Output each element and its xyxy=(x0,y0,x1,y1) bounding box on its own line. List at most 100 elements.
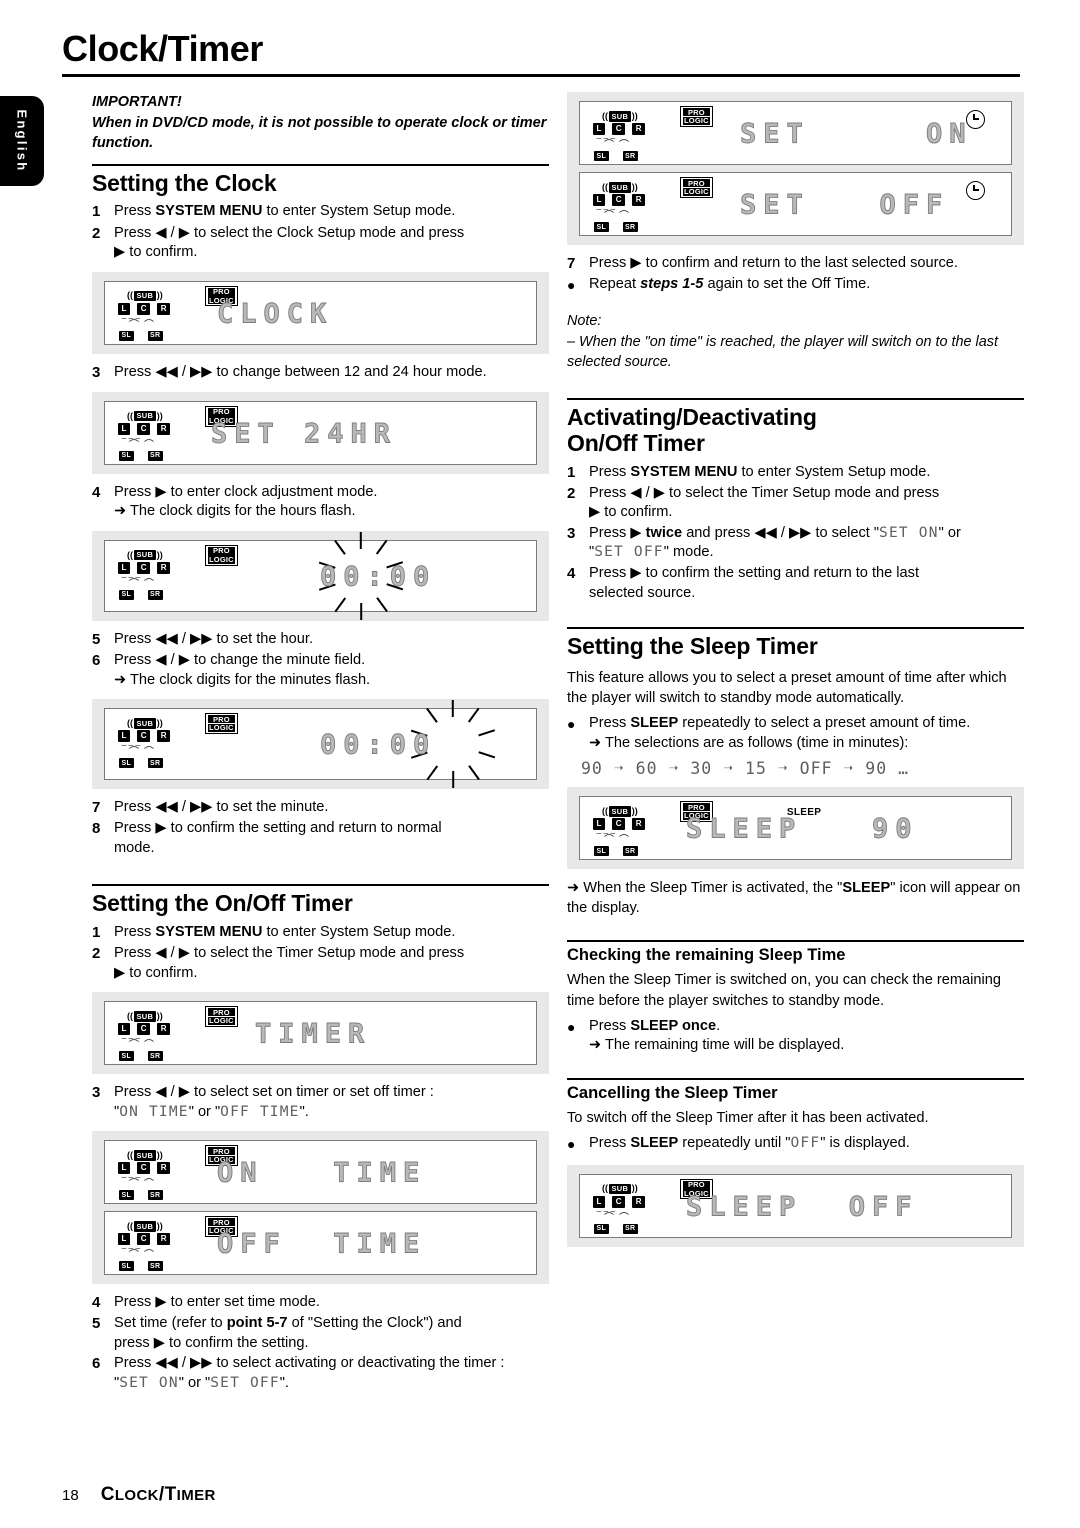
sub-paren-right: )) xyxy=(156,1221,163,1232)
sub-paren-left: (( xyxy=(127,717,133,728)
step-row: ● Repeat steps 1-5 again to set the Off … xyxy=(567,275,1024,297)
sub-paren-right: )) xyxy=(156,290,163,301)
pro-logic-line2: LOGIC xyxy=(683,187,710,197)
heading-activating-deactivating: Activating/Deactivating On/Off Timer xyxy=(567,398,1024,463)
sub-chip: SUB xyxy=(134,718,156,729)
channel-sr: SR xyxy=(147,589,163,600)
step-row: 1 Press SYSTEM MENU to enter System Setu… xyxy=(92,923,549,943)
heading-setting-on-off-timer: Setting the On/Off Timer xyxy=(92,884,549,923)
surround-wave-icon: ⌒⌒ xyxy=(604,1212,634,1224)
lcd-panel-sleep-90: (( SUB )) L C R ⌣⌣⌣ ⌒⌒ SL SR PRO LOGIC S… xyxy=(567,787,1024,870)
footer-t: T xyxy=(164,1484,177,1505)
step-text: Press ▶ to confirm the setting and retur… xyxy=(589,565,920,601)
sub-paren-left: (( xyxy=(602,110,608,121)
title-rule xyxy=(62,73,1020,77)
channel-sl: SL xyxy=(119,330,134,341)
lcd-panel-minutes-flash: (( SUB )) L C R ⌣⌣⌣ ⌒⌒ SL SR PRO LOGIC 0… xyxy=(92,699,549,790)
channel-sr: SR xyxy=(147,758,163,769)
language-tab-label: English xyxy=(14,109,30,173)
sub-chip: SUB xyxy=(609,1183,631,1195)
step-number: 3 xyxy=(567,524,576,542)
sub-paren-left: (( xyxy=(127,549,133,560)
pro-logic-line1: PRO xyxy=(208,407,235,416)
heading-line-2: On/Off Timer xyxy=(567,430,705,456)
step-text: Press ▶ to confirm the setting and retur… xyxy=(114,820,442,856)
note-block: Note: – When the "on time" is reached, t… xyxy=(567,311,1024,372)
step-text: Press SLEEP repeatedly until "OFF" is di… xyxy=(589,1134,910,1151)
speaker-indicator-cluster: (( SUB )) L C R ⌣⌣⌣ ⌒⌒ SL SR xyxy=(117,290,195,341)
sub-paren-left: (( xyxy=(127,290,133,301)
sleep-timer-intro: This feature allows you to select a pres… xyxy=(567,669,1007,706)
step-number: 6 xyxy=(92,1355,101,1373)
speaker-indicator-cluster: (( SUB )) L C R ⌣⌣⌣ ⌒⌒ SL SR xyxy=(592,182,670,232)
channel-sl: SL xyxy=(119,589,134,600)
step-lcd-values: "ON TIME" or "OFF TIME". xyxy=(114,1103,309,1120)
lcd-readout: OFF TIME xyxy=(217,1229,427,1261)
lcd-inline-set-on: SET ON xyxy=(119,1375,179,1391)
lcd-screen: (( SUB )) L C R ⌣⌣⌣ ⌒⌒ SL xyxy=(104,280,537,345)
step-text: Press ◀◀ / ▶▶ to set the minute. xyxy=(114,799,329,816)
lcd-screen: (( SUB )) L C R ⌣⌣⌣ ⌒⌒ SL xyxy=(104,1140,537,1205)
lcd-panel-sleep-off: (( SUB )) L C R ⌣⌣⌣ ⌒⌒ SL SR PRO LOGIC S… xyxy=(567,1164,1024,1247)
pro-logic-badge: PRO LOGIC xyxy=(205,544,238,566)
surround-indicators: SL SR xyxy=(119,1261,163,1272)
sub-paren-right: )) xyxy=(631,110,638,121)
step-row: 2 Press ◀ / ▶ to select the Timer Setup … xyxy=(92,944,549,983)
step-bullet: ● xyxy=(567,1018,576,1035)
step-number: 4 xyxy=(92,483,101,501)
lcd-screen: (( SUB )) L C R ⌣⌣⌣ ⌒⌒ SL xyxy=(579,172,1012,236)
step-row: 2 Press ◀ / ▶ to select the Timer Setup … xyxy=(567,484,1024,523)
surround-wave-icon: ⌒⌒ xyxy=(604,835,634,847)
step-text: Press ▶ to enter set time mode. xyxy=(114,1294,320,1311)
sub-paren-right: )) xyxy=(631,181,638,192)
footer-section-title: CLOCK/TIMER xyxy=(101,1484,216,1505)
step-row: 6 Press ◀ / ▶ to change the minute field… xyxy=(92,651,549,690)
sub-indicator: (( SUB )) xyxy=(127,1011,163,1022)
sub-indicator: (( SUB )) xyxy=(127,1221,163,1232)
step-row: 8 Press ▶ to confirm the setting and ret… xyxy=(92,819,549,858)
step-number: 3 xyxy=(92,1084,101,1102)
surround-wave-icon: ⌒⌒ xyxy=(129,747,159,759)
step-result: ➜ The clock digits for the minutes flash… xyxy=(114,671,371,688)
sleep-icon-note: ➜ When the Sleep Timer is activated, the… xyxy=(567,880,1021,917)
pro-logic-line1: PRO xyxy=(683,108,710,117)
step-bullet: ● xyxy=(567,1135,576,1152)
important-notice: IMPORTANT! When in DVD/CD mode, it is no… xyxy=(92,92,549,154)
important-heading: IMPORTANT! xyxy=(92,94,182,110)
step-result: ➜ The remaining time will be displayed. xyxy=(589,1037,845,1054)
lcd-panel-clock: (( SUB )) L C R ⌣⌣⌣ ⌒⌒ SL SR PRO LOGIC C… xyxy=(92,271,549,354)
step-row: 4 Press ▶ to confirm the setting and ret… xyxy=(567,564,1024,603)
manual-page: Clock/Timer IMPORTANT! When in DVD/CD mo… xyxy=(62,0,1024,1528)
pro-logic-line1: PRO xyxy=(683,1180,710,1189)
step-text: Press ▶ twice and press ◀◀ / ▶▶ to selec… xyxy=(589,524,961,561)
channel-sr: SR xyxy=(147,1051,163,1062)
step-row: ● Press SLEEP once. ➜ The remaining time… xyxy=(567,1017,1024,1056)
speaker-indicator-cluster: (( SUB )) L C R ⌣⌣⌣ ⌒⌒ SL SR xyxy=(592,1183,670,1234)
cancelling-sleep-body: To switch off the Sleep Timer after it h… xyxy=(567,1109,929,1126)
sub-chip: SUB xyxy=(134,549,156,561)
step-main: Press ◀◀ / ▶▶ to select activating or de… xyxy=(114,1355,505,1372)
language-tab: English xyxy=(0,96,44,186)
speaker-indicator-cluster: (( SUB )) L C R ⌣⌣⌣ ⌒⌒ SL SR xyxy=(592,111,670,161)
footer-lock: LOCK xyxy=(114,1487,159,1504)
sub-paren-left: (( xyxy=(602,1183,608,1194)
pro-logic-line1: PRO xyxy=(208,546,235,555)
lcd-screen: (( SUB )) L C R ⌣⌣⌣ ⌒⌒ SL xyxy=(104,400,537,465)
sub-paren-right: )) xyxy=(156,1150,163,1161)
important-body: When in DVD/CD mode, it is not possible … xyxy=(92,114,547,152)
lcd-screen: (( SUB )) L C R ⌣⌣⌣ ⌒⌒ SL xyxy=(104,531,537,620)
footer-c: C xyxy=(100,1484,115,1505)
sub-indicator: (( SUB )) xyxy=(602,1183,638,1195)
step-text: Press ◀ / ▶ to select the Timer Setup mo… xyxy=(589,484,940,521)
step-text: Press ◀ / ▶ to select the Clock Setup mo… xyxy=(114,224,465,261)
lcd-readout: 00:00 xyxy=(320,729,437,761)
lcd-screen: (( SUB )) L C R ⌣⌣⌣ ⌒⌒ SL xyxy=(104,700,537,789)
heading-setting-sleep-timer: Setting the Sleep Timer xyxy=(567,627,1024,666)
speaker-indicator-cluster: (( SUB )) L C R ⌣⌣⌣ ⌒⌒ SL SR xyxy=(117,1221,195,1272)
step-number: 2 xyxy=(92,945,101,963)
channel-sr: SR xyxy=(622,1223,638,1234)
pro-logic-badge: PRO LOGIC xyxy=(680,106,713,127)
lcd-inline-set-on: SET ON xyxy=(879,524,939,541)
page-title: Clock/Timer xyxy=(62,28,264,69)
footer-imer: IMER xyxy=(176,1487,216,1504)
